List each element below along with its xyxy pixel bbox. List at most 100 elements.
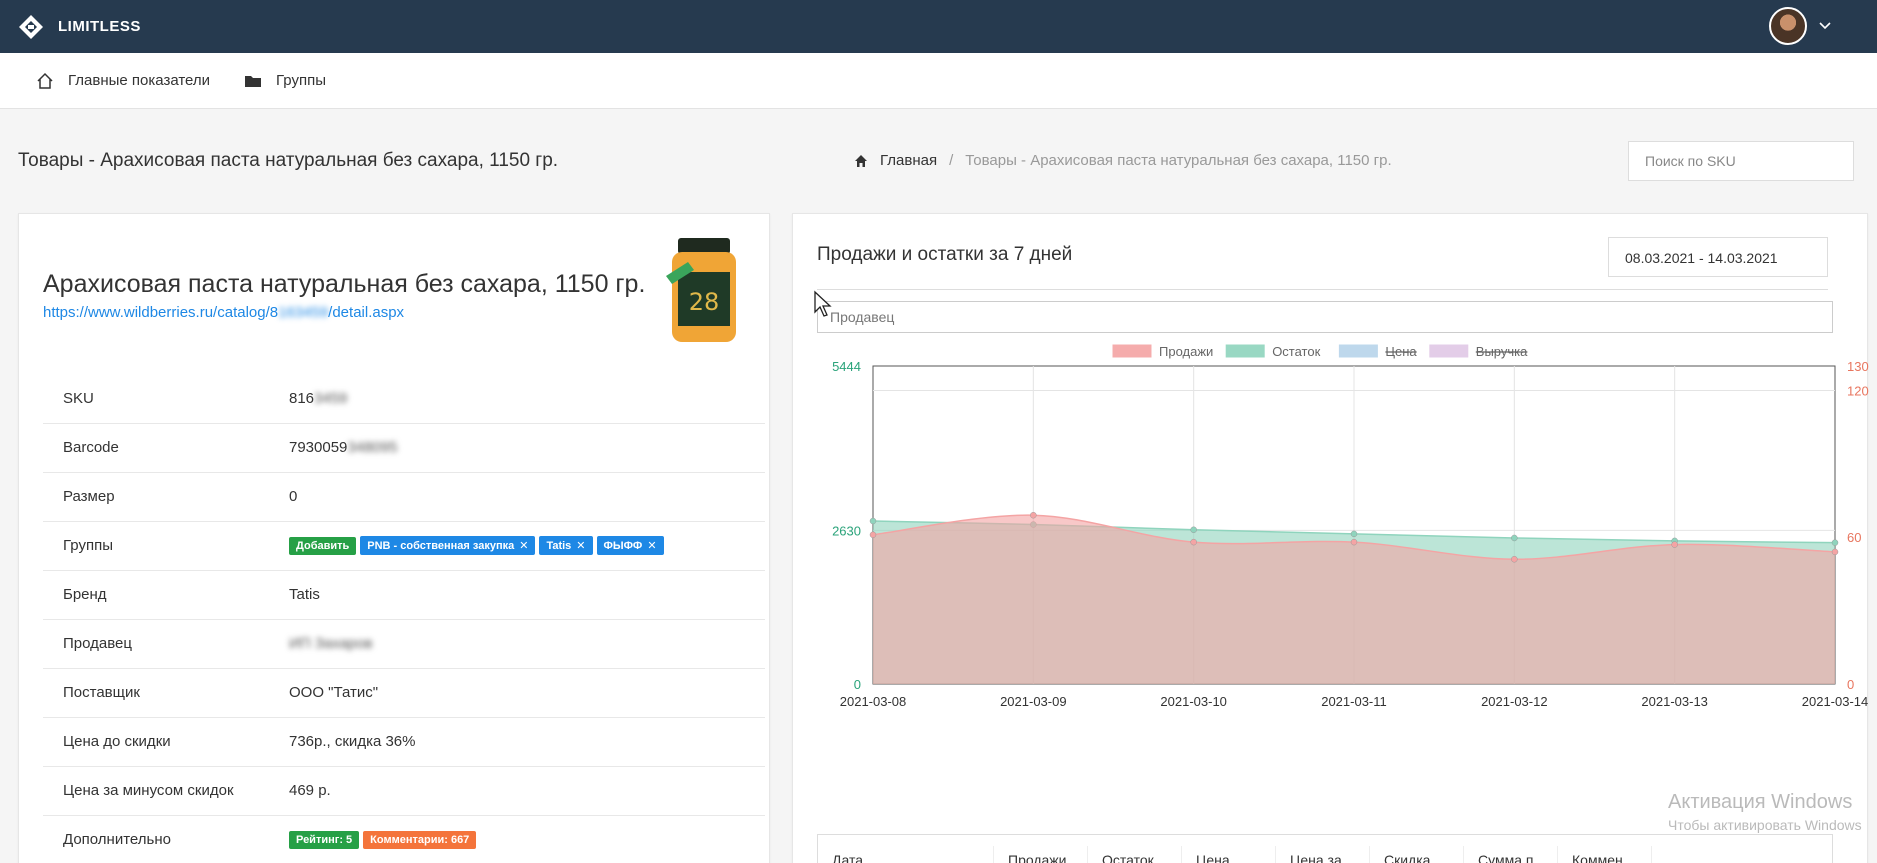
table-row: SKU 8163459 <box>43 374 765 424</box>
group-tag[interactable]: PNB - собственная закупка ✕ <box>360 536 536 555</box>
user-avatar[interactable] <box>1769 7 1807 45</box>
secondary-nav: Главные показатели Группы <box>0 53 1877 109</box>
nav-dashboard-label: Главные показатели <box>68 72 211 89</box>
x-tick-label: 2021-03-13 <box>1641 694 1708 709</box>
comments-badge[interactable]: Комментарии: 667 <box>363 830 477 849</box>
legend-swatch <box>1338 344 1378 358</box>
table-column-header[interactable]: Скидка <box>1370 846 1464 863</box>
group-tag-label: Tatis <box>546 540 572 552</box>
prop-label: Barcode <box>43 423 289 473</box>
legend-label: Цена <box>1385 344 1417 359</box>
legend-swatch <box>1225 344 1265 358</box>
y-right-tick-label: 120 <box>1847 383 1869 398</box>
table-row: Бренд Tatis <box>43 570 765 620</box>
breadcrumb-current: Товары - Арахисовая паста натуральная бе… <box>965 152 1392 169</box>
sales-table-header: Дата Продажи Остаток Цена Цена за ... Скидка С… <box>817 834 1833 863</box>
legend-swatch <box>1429 344 1469 358</box>
prop-label: Поставщик <box>43 668 289 718</box>
data-point <box>1511 555 1518 563</box>
table-column-header[interactable]: Коммен... <box>1558 846 1652 863</box>
barcode-hidden: 348095 <box>347 439 398 456</box>
legend-item[interactable]: Выручка <box>1429 344 1528 359</box>
nav-dashboard[interactable]: Главные показатели <box>36 72 210 90</box>
table-row: Поставщик ООО "Татис" <box>43 668 765 718</box>
product-name: Арахисовая паста натуральная без сахара,… <box>43 270 646 298</box>
prop-value: ООО "Татис" <box>289 668 765 718</box>
legend-item[interactable]: Цена <box>1338 344 1417 359</box>
x-tick-label: 2021-03-10 <box>1160 694 1227 709</box>
data-point <box>1511 534 1518 542</box>
close-icon[interactable]: ✕ <box>576 540 585 552</box>
group-tag[interactable]: Tatis ✕ <box>539 536 593 555</box>
seller-filter-input[interactable] <box>817 301 1833 333</box>
table-column-header[interactable]: Цена за ... <box>1276 846 1370 863</box>
mouse-cursor-icon <box>814 290 832 317</box>
data-point <box>1350 538 1358 546</box>
folder-icon <box>245 75 262 87</box>
data-point <box>1831 539 1839 546</box>
prop-value: ИП Захаров <box>289 619 765 669</box>
close-icon[interactable]: ✕ <box>647 540 656 552</box>
sku-hidden: 3459 <box>314 389 348 407</box>
table-column-header[interactable]: Продажи <box>994 846 1088 863</box>
divider <box>817 289 1828 290</box>
x-tick-label: 2021-03-14 <box>1802 694 1869 709</box>
home-icon <box>855 154 867 167</box>
prop-value: 7930059348095 <box>289 423 765 473</box>
table-column-header[interactable]: Цена <box>1182 846 1276 863</box>
data-point <box>869 531 877 539</box>
group-tag-label: ФЫФФ <box>603 540 643 552</box>
table-row: Цена до скидки 736р., скидка 36% <box>43 717 765 767</box>
product-image: 28 <box>666 238 736 342</box>
close-icon[interactable]: ✕ <box>519 540 528 552</box>
table-row: Продавец ИП Захаров <box>43 619 765 669</box>
legend-item[interactable]: Остаток <box>1225 344 1321 359</box>
x-tick-label: 2021-03-11 <box>1321 694 1387 709</box>
prop-label: Цена за минусом скидок <box>43 766 289 816</box>
data-point <box>1030 511 1037 519</box>
add-group-button[interactable]: Добавить <box>289 536 357 555</box>
table-column-header[interactable]: Сумма п... <box>1464 846 1558 863</box>
breadcrumb-separator: / <box>949 152 954 169</box>
data-point <box>1350 530 1358 538</box>
data-point <box>1831 548 1839 556</box>
rating-badge: Рейтинг: 5 <box>289 830 360 849</box>
date-range-picker[interactable]: 08.03.2021 - 14.03.2021 <box>1608 237 1828 277</box>
prop-value: 0 <box>289 472 765 522</box>
chevron-down-icon[interactable] <box>1817 17 1833 33</box>
x-tick-label: 2021-03-12 <box>1481 694 1548 709</box>
y-right-tick-label: 130 <box>1847 359 1869 374</box>
prop-label: Цена до скидки <box>43 717 289 767</box>
group-tag[interactable]: ФЫФФ ✕ <box>596 536 664 555</box>
data-point <box>1190 538 1197 546</box>
table-column-header[interactable]: Дата <box>818 846 994 863</box>
nav-groups[interactable]: Группы <box>244 72 326 89</box>
barcode-visible: 7930059 <box>289 439 348 456</box>
y-left-tick-label: 2630 <box>832 523 861 538</box>
table-column-header[interactable]: Остаток <box>1088 846 1182 863</box>
sku-visible: 816 <box>289 389 315 407</box>
logo-icon <box>19 14 43 39</box>
sales-chart: Продажи Остаток Цена Выручка 0 2630 5444 0 60 120… <box>832 344 1869 709</box>
watermark-line1: Активация Windows <box>1668 791 1853 813</box>
prop-label: Продавец <box>43 619 289 669</box>
sku-search-input[interactable] <box>1628 141 1854 181</box>
page-title: Товары - Арахисовая паста натуральная бе… <box>18 150 559 171</box>
breadcrumb-home[interactable]: Главная <box>880 152 937 169</box>
legend-label: Выручка <box>1476 344 1528 359</box>
legend-swatch <box>1112 344 1152 358</box>
prop-label: Дополнительно <box>63 831 171 849</box>
legend-item[interactable]: Продажи <box>1112 344 1213 359</box>
table-row: Дополнительно Рейтинг: 5 Комментарии: 667 <box>43 815 765 863</box>
table-row: Группы Добавить PNB - собственная закупка… <box>43 521 765 571</box>
top-navbar: LIMITLESS <box>0 0 1877 53</box>
app-logo[interactable]: LIMITLESS <box>18 14 141 40</box>
prop-value: Добавить PNB - собственная закупка ✕ Tatis ✕… <box>289 521 765 571</box>
app-name: LIMITLESS <box>58 18 141 35</box>
product-link[interactable]: https://www.wildberries.ru/catalog/81634… <box>43 304 404 321</box>
data-point <box>869 517 877 525</box>
y-left-tick-label: 5444 <box>832 359 861 374</box>
prop-label: SKU <box>43 374 289 424</box>
prop-value: 469 р. <box>289 766 765 816</box>
legend-label: Остаток <box>1272 344 1320 359</box>
